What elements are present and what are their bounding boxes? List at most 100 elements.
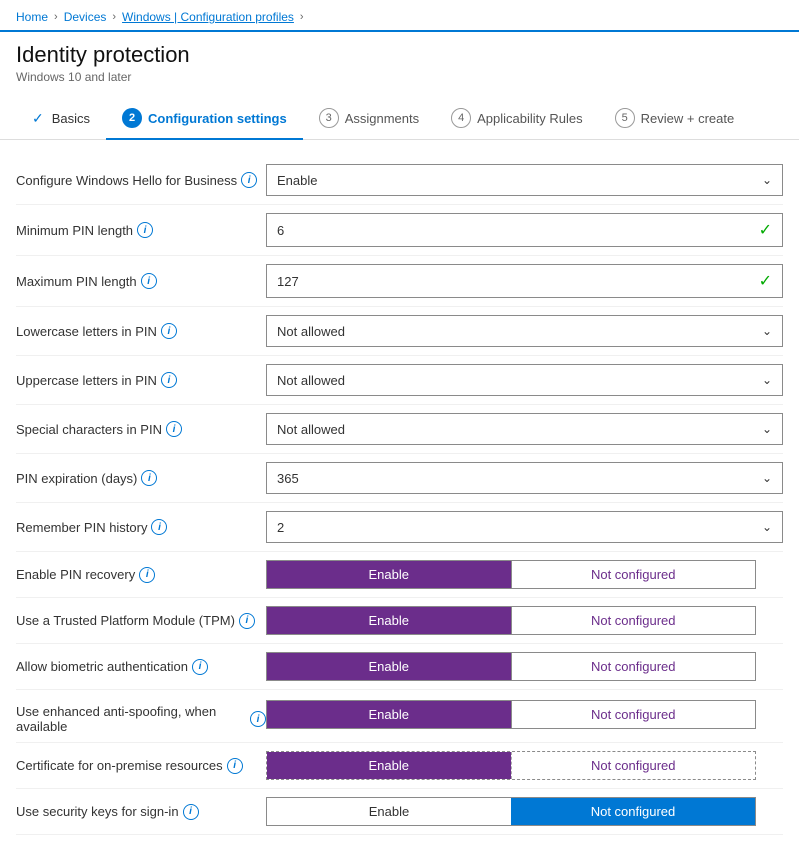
- row-expiration: PIN expiration (days) i 365 ⌄: [16, 454, 783, 503]
- select-special[interactable]: Not allowed ⌄: [266, 413, 783, 445]
- info-icon-max-pin[interactable]: i: [141, 273, 157, 289]
- row-history: Remember PIN history i 2 ⌄: [16, 503, 783, 552]
- breadcrumb-devices[interactable]: Devices: [64, 10, 107, 24]
- tab-assignments-label: Assignments: [345, 111, 419, 126]
- select-min-pin[interactable]: 6 ✓: [266, 213, 783, 247]
- label-certificate: Certificate for on-premise resources i: [16, 758, 266, 774]
- label-expiration: PIN expiration (days) i: [16, 470, 266, 486]
- tab-basics[interactable]: ✓ Basics: [16, 100, 106, 139]
- control-uppercase: Not allowed ⌄: [266, 364, 783, 396]
- chevron-icon: ⌄: [762, 173, 772, 187]
- chevron-icon-uppercase: ⌄: [762, 373, 772, 387]
- tab-applicability-label: Applicability Rules: [477, 111, 583, 126]
- toggle-recovery: Enable Not configured: [266, 560, 756, 589]
- tab-basics-label: Basics: [52, 111, 90, 126]
- chevron-icon-history: ⌄: [762, 520, 772, 534]
- label-uppercase: Uppercase letters in PIN i: [16, 372, 266, 388]
- toggle-biometric-notconfig[interactable]: Not configured: [511, 653, 756, 680]
- tab-config[interactable]: 2 Configuration settings: [106, 98, 303, 140]
- breadcrumb-sep3: ›: [300, 11, 304, 23]
- label-antispoofing: Use enhanced anti-spoofing, when availab…: [16, 700, 266, 734]
- tab-config-label: Configuration settings: [148, 111, 287, 126]
- toggle-biometric-enable[interactable]: Enable: [267, 653, 511, 680]
- select-history[interactable]: 2 ⌄: [266, 511, 783, 543]
- control-securitykeys: Enable Not configured: [266, 797, 783, 826]
- control-special: Not allowed ⌄: [266, 413, 783, 445]
- select-expiration[interactable]: 365 ⌄: [266, 462, 783, 494]
- info-icon-min-pin[interactable]: i: [137, 222, 153, 238]
- label-recovery: Enable PIN recovery i: [16, 567, 266, 583]
- label-biometric: Allow biometric authentication i: [16, 659, 266, 675]
- info-icon-special[interactable]: i: [166, 421, 182, 437]
- toggle-securitykeys-notconfig[interactable]: Not configured: [511, 798, 755, 825]
- chevron-icon-special: ⌄: [762, 422, 772, 436]
- toggle-recovery-enable[interactable]: Enable: [267, 561, 511, 588]
- breadcrumb-sep2: ›: [112, 11, 116, 23]
- info-icon-uppercase[interactable]: i: [161, 372, 177, 388]
- control-expiration: 365 ⌄: [266, 462, 783, 494]
- label-special: Special characters in PIN i: [16, 421, 266, 437]
- control-tpm: Enable Not configured: [266, 606, 783, 635]
- toggle-certificate: Enable Not configured: [266, 751, 756, 780]
- select-configure-hello[interactable]: Enable ⌄: [266, 164, 783, 196]
- control-recovery: Enable Not configured: [266, 560, 783, 589]
- info-icon-biometric[interactable]: i: [192, 659, 208, 675]
- toggle-tpm-notconfig[interactable]: Not configured: [511, 607, 756, 634]
- tab-review-number: 5: [615, 108, 635, 128]
- control-lowercase: Not allowed ⌄: [266, 315, 783, 347]
- label-lowercase: Lowercase letters in PIN i: [16, 323, 266, 339]
- row-max-pin: Maximum PIN length i 127 ✓: [16, 256, 783, 307]
- toggle-certificate-enable[interactable]: Enable: [267, 752, 511, 779]
- page-subtitle: Windows 10 and later: [16, 70, 783, 84]
- control-antispoofing: Enable Not configured: [266, 700, 783, 729]
- tab-applicability[interactable]: 4 Applicability Rules: [435, 98, 599, 140]
- info-icon-securitykeys[interactable]: i: [183, 804, 199, 820]
- tab-check-icon: ✓: [32, 110, 44, 127]
- info-icon-certificate[interactable]: i: [227, 758, 243, 774]
- tab-assignments-number: 3: [319, 108, 339, 128]
- info-icon-antispoofing[interactable]: i: [250, 711, 266, 727]
- control-configure-hello: Enable ⌄: [266, 164, 783, 196]
- row-certificate: Certificate for on-premise resources i E…: [16, 743, 783, 789]
- info-icon-tpm[interactable]: i: [239, 613, 255, 629]
- tab-bar: ✓ Basics 2 Configuration settings 3 Assi…: [0, 98, 799, 140]
- toggle-tpm-enable[interactable]: Enable: [267, 607, 511, 634]
- select-lowercase[interactable]: Not allowed ⌄: [266, 315, 783, 347]
- row-antispoofing: Use enhanced anti-spoofing, when availab…: [16, 690, 783, 743]
- breadcrumb-home[interactable]: Home: [16, 10, 48, 24]
- toggle-antispoofing-notconfig[interactable]: Not configured: [511, 701, 756, 728]
- toggle-antispoofing: Enable Not configured: [266, 700, 756, 729]
- toggle-antispoofing-enable[interactable]: Enable: [267, 701, 511, 728]
- breadcrumb-sep1: ›: [54, 11, 58, 23]
- info-icon-lowercase[interactable]: i: [161, 323, 177, 339]
- select-uppercase[interactable]: Not allowed ⌄: [266, 364, 783, 396]
- info-icon-recovery[interactable]: i: [139, 567, 155, 583]
- info-icon-configure-hello[interactable]: i: [241, 172, 257, 188]
- toggle-recovery-notconfig[interactable]: Not configured: [511, 561, 756, 588]
- control-history: 2 ⌄: [266, 511, 783, 543]
- tab-applicability-number: 4: [451, 108, 471, 128]
- toggle-biometric: Enable Not configured: [266, 652, 756, 681]
- control-biometric: Enable Not configured: [266, 652, 783, 681]
- toggle-securitykeys: Enable Not configured: [266, 797, 756, 826]
- tab-review[interactable]: 5 Review + create: [599, 98, 751, 140]
- control-max-pin: 127 ✓: [266, 264, 783, 298]
- check-icon-max-pin: ✓: [759, 271, 772, 291]
- label-tpm: Use a Trusted Platform Module (TPM) i: [16, 613, 266, 629]
- info-icon-expiration[interactable]: i: [141, 470, 157, 486]
- row-configure-hello: Configure Windows Hello for Business i E…: [16, 156, 783, 205]
- row-biometric: Allow biometric authentication i Enable …: [16, 644, 783, 690]
- info-icon-history[interactable]: i: [151, 519, 167, 535]
- control-certificate: Enable Not configured: [266, 751, 783, 780]
- toggle-securitykeys-enable[interactable]: Enable: [267, 798, 511, 825]
- toggle-certificate-notconfig[interactable]: Not configured: [511, 752, 756, 779]
- row-recovery: Enable PIN recovery i Enable Not configu…: [16, 552, 783, 598]
- breadcrumb-profiles[interactable]: Windows | Configuration profiles: [122, 10, 294, 24]
- row-lowercase: Lowercase letters in PIN i Not allowed ⌄: [16, 307, 783, 356]
- tab-assignments[interactable]: 3 Assignments: [303, 98, 435, 140]
- select-max-pin[interactable]: 127 ✓: [266, 264, 783, 298]
- chevron-icon-lowercase: ⌄: [762, 324, 772, 338]
- row-special: Special characters in PIN i Not allowed …: [16, 405, 783, 454]
- chevron-icon-expiration: ⌄: [762, 471, 772, 485]
- tab-review-label: Review + create: [641, 111, 735, 126]
